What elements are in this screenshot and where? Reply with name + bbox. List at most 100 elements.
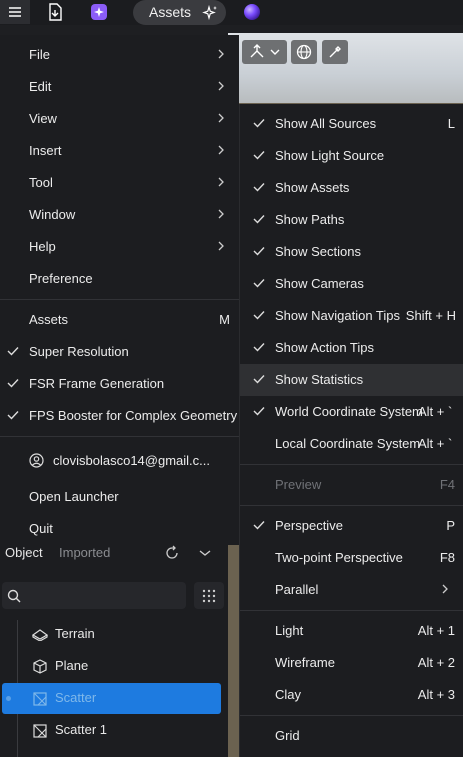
menu-item-preview: Preview F4: [240, 469, 463, 501]
menu-item-label: Show Statistics: [275, 372, 364, 387]
menu-item-label: Super Resolution: [29, 344, 129, 359]
avatar-orb-button[interactable]: [240, 0, 264, 24]
menu-item-super-resolution[interactable]: Super Resolution: [0, 336, 239, 368]
checkmark-icon: [253, 151, 265, 160]
menu-item-account[interactable]: clovisbolasco14@gmail.c...: [0, 445, 239, 477]
tree-item-plane[interactable]: Plane: [0, 651, 228, 682]
menu-shortcut: Shift + H: [405, 308, 456, 323]
chevron-right-icon: [218, 177, 224, 187]
menu-item-assets[interactable]: Assets M: [0, 304, 239, 336]
menu-item-tool[interactable]: Tool: [0, 167, 239, 199]
menu-item-open-launcher[interactable]: Open Launcher: [0, 481, 239, 513]
menu-item-grid[interactable]: Grid: [240, 720, 463, 752]
tab-object[interactable]: Object: [5, 545, 43, 560]
tree-item-label: Terrain: [55, 626, 95, 641]
scatter-icon: [33, 692, 47, 706]
menu-item-clay[interactable]: Clay Alt + 3: [240, 679, 463, 711]
tree-item-label: Scatter: [55, 690, 97, 705]
tree-item-terrain[interactable]: Terrain: [0, 619, 228, 650]
menu-item-help[interactable]: Help: [0, 231, 239, 263]
menu-item-label: Show Sections: [275, 244, 361, 259]
menu-item-fps-booster[interactable]: FPS Booster for Complex Geometry: [0, 400, 239, 432]
assets-button-label: Assets: [149, 4, 192, 20]
search-input[interactable]: [2, 582, 186, 609]
menu-item-edit[interactable]: Edit: [0, 71, 239, 103]
axis-icon: [250, 44, 279, 58]
chevron-right-icon: [218, 49, 224, 59]
menu-item-file[interactable]: File: [0, 39, 239, 71]
import-file-button[interactable]: [42, 0, 68, 24]
menu-item-label: Help: [29, 239, 56, 254]
menu-item-label: World Coordinate System: [275, 404, 423, 419]
menu-item-light[interactable]: Light Alt + 1: [240, 615, 463, 647]
checkmark-icon: [253, 343, 265, 352]
menu-item-show-sections[interactable]: Show Sections: [240, 236, 463, 268]
menu-item-label: Show Assets: [275, 180, 350, 195]
menu-item-window[interactable]: Window: [0, 199, 239, 231]
menu-shortcut: Alt + 1: [417, 623, 455, 638]
tab-imported[interactable]: Imported: [59, 545, 110, 560]
menu-item-local-coordinate-system[interactable]: Local Coordinate System Alt + `: [240, 428, 463, 460]
menu-item-label: Parallel: [275, 582, 319, 597]
menu-item-insert[interactable]: Insert: [0, 135, 239, 167]
menu-item-label: FPS Booster for Complex Geometry: [29, 408, 238, 423]
menu-item-two-point-perspective[interactable]: Two-point Perspective F8: [240, 542, 463, 574]
tree-item-scatter-1[interactable]: Scatter 1: [0, 715, 228, 746]
chevron-down-icon[interactable]: [198, 547, 212, 559]
menu-item-show-assets[interactable]: Show Assets: [240, 172, 463, 204]
menu-item-label: Wireframe: [275, 655, 335, 670]
menu-item-label: Grid: [275, 728, 300, 743]
tree-item-label: Plane: [55, 658, 89, 673]
chevron-right-icon: [218, 113, 224, 123]
menu-item-label: Two-point Perspective: [275, 550, 403, 565]
menu-item-label: Tool: [29, 175, 53, 190]
grid-view-button[interactable]: [194, 582, 224, 609]
checkmark-icon: [253, 279, 265, 288]
globe-button[interactable]: [291, 40, 317, 64]
account-email: clovisbolasco14@gmail.c...: [53, 453, 210, 468]
transform-gizmo-dropdown[interactable]: [242, 40, 287, 64]
hamburger-menu-button[interactable]: [0, 0, 30, 24]
checkmark-icon: [253, 247, 265, 256]
assets-button[interactable]: Assets: [133, 0, 226, 25]
menu-item-preference[interactable]: Preference: [0, 263, 239, 295]
checkmark-icon: [7, 347, 19, 356]
menu-item-wireframe[interactable]: Wireframe Alt + 2: [240, 647, 463, 679]
menu-item-perspective[interactable]: Perspective P: [240, 510, 463, 542]
menu-item-quit[interactable]: Quit: [0, 513, 239, 545]
menu-item-show-statistics[interactable]: Show Statistics: [240, 364, 463, 396]
menu-item-parallel[interactable]: Parallel: [240, 574, 463, 606]
chevron-right-icon: [218, 81, 224, 91]
menu-item-label: Quit: [29, 521, 53, 536]
ai-sparkle-icon: [91, 4, 107, 20]
menu-item-label: Show Action Tips: [275, 340, 374, 355]
ai-button[interactable]: [86, 0, 112, 24]
top-toolbar: Assets: [0, 0, 463, 25]
hamburger-icon: [9, 7, 21, 17]
menu-item-label: Local Coordinate System: [275, 436, 421, 451]
menu-item-label: Open Launcher: [29, 489, 119, 504]
menu-item-label: Show Light Source: [275, 148, 385, 163]
menu-shortcut: Alt + `: [418, 404, 453, 419]
menu-item-show-cameras[interactable]: Show Cameras: [240, 268, 463, 300]
checkmark-icon: [253, 407, 265, 416]
menu-separator: [240, 464, 463, 465]
user-circle-icon: [29, 453, 44, 468]
scatter-icon: [33, 724, 47, 738]
menu-item-show-navigation-tips[interactable]: Show Navigation Tips Shift + H: [240, 300, 463, 332]
menu-item-show-paths[interactable]: Show Paths: [240, 204, 463, 236]
menu-item-show-all-sources[interactable]: Show All Sources L: [240, 108, 463, 140]
menu-item-show-action-tips[interactable]: Show Action Tips: [240, 332, 463, 364]
menu-item-view[interactable]: View: [0, 103, 239, 135]
tree-item-scatter[interactable]: Scatter: [0, 683, 228, 714]
refresh-icon[interactable]: [164, 545, 180, 561]
menu-item-world-coordinate-system[interactable]: World Coordinate System Alt + `: [240, 396, 463, 428]
globe-icon: [296, 44, 312, 60]
menu-separator: [240, 610, 463, 611]
menu-item-show-light-source[interactable]: Show Light Source: [240, 140, 463, 172]
menu-separator: [0, 299, 239, 300]
eyedropper-button[interactable]: [322, 40, 348, 64]
dots-grid-icon: [202, 589, 216, 603]
checkmark-icon: [253, 215, 265, 224]
menu-item-fsr-frame-generation[interactable]: FSR Frame Generation: [0, 368, 239, 400]
